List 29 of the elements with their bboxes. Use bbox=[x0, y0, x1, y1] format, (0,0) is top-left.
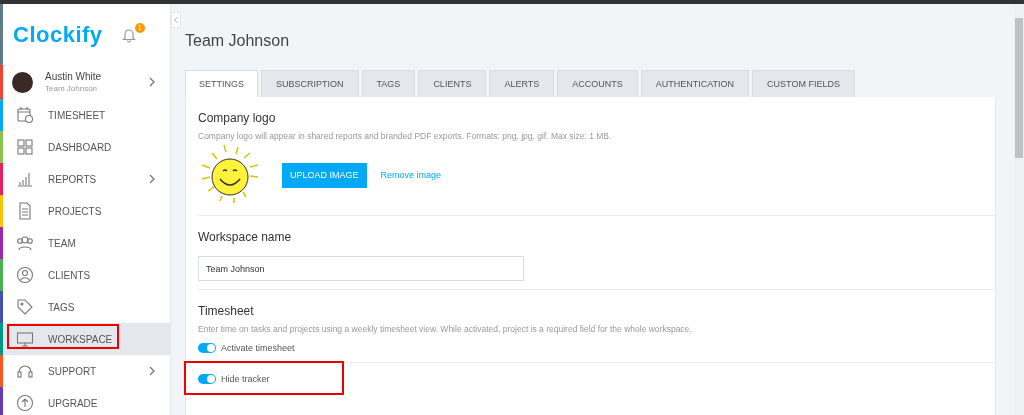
nav-item[interactable]: REPORTS bbox=[0, 163, 170, 195]
nav-item[interactable]: UPGRADE bbox=[0, 387, 170, 415]
nav-item[interactable]: SUPPORT bbox=[0, 355, 170, 387]
user-team: Team Johnson bbox=[45, 84, 99, 93]
tab[interactable]: SUBSCRIPTION bbox=[261, 70, 359, 97]
nav-item[interactable]: PROJECTS bbox=[0, 195, 170, 227]
tab[interactable]: TAGS bbox=[361, 70, 416, 97]
user-menu[interactable]: Austin White Team Johnson bbox=[0, 65, 170, 99]
nav-item[interactable]: TIMESHEET bbox=[0, 99, 170, 131]
user-name: Austin White bbox=[45, 71, 103, 82]
section-description: Enter time on tasks and projects using a weekly timesheet view. While activated, project is a required field for the whole workspace. bbox=[198, 324, 693, 334]
toggle-label: Hide tracker bbox=[221, 374, 270, 384]
section-heading: Workspace name bbox=[198, 230, 293, 244]
tab[interactable]: CUSTOM FIELDS bbox=[752, 70, 855, 97]
section-description: Company logo will appear in shared reports and branded PDF exports. Formats: png, jpg, gif. Max size: 1 MB. bbox=[198, 131, 613, 141]
nav-item[interactable]: TEAM bbox=[0, 227, 170, 259]
section-heading: Timesheet bbox=[198, 304, 255, 318]
workspace-name-field[interactable]: Team Johnson bbox=[198, 256, 524, 281]
page-title: Team Johnson bbox=[185, 32, 291, 50]
tab[interactable]: SETTINGS bbox=[185, 70, 258, 97]
section-heading: Company logo bbox=[198, 111, 277, 125]
tab[interactable]: ACCOUNTS bbox=[557, 70, 638, 97]
tab[interactable]: CLIENTS bbox=[418, 70, 487, 97]
nav-item[interactable]: CLIENTS bbox=[0, 259, 170, 291]
tab[interactable]: ALERTS bbox=[489, 70, 555, 97]
nav-item[interactable]: WORKSPACE bbox=[0, 323, 170, 355]
toggle-label: Activate timesheet bbox=[221, 343, 295, 353]
nav-item[interactable]: DASHBOARD bbox=[0, 131, 170, 163]
tab[interactable]: AUTHENTICATION bbox=[640, 70, 750, 97]
